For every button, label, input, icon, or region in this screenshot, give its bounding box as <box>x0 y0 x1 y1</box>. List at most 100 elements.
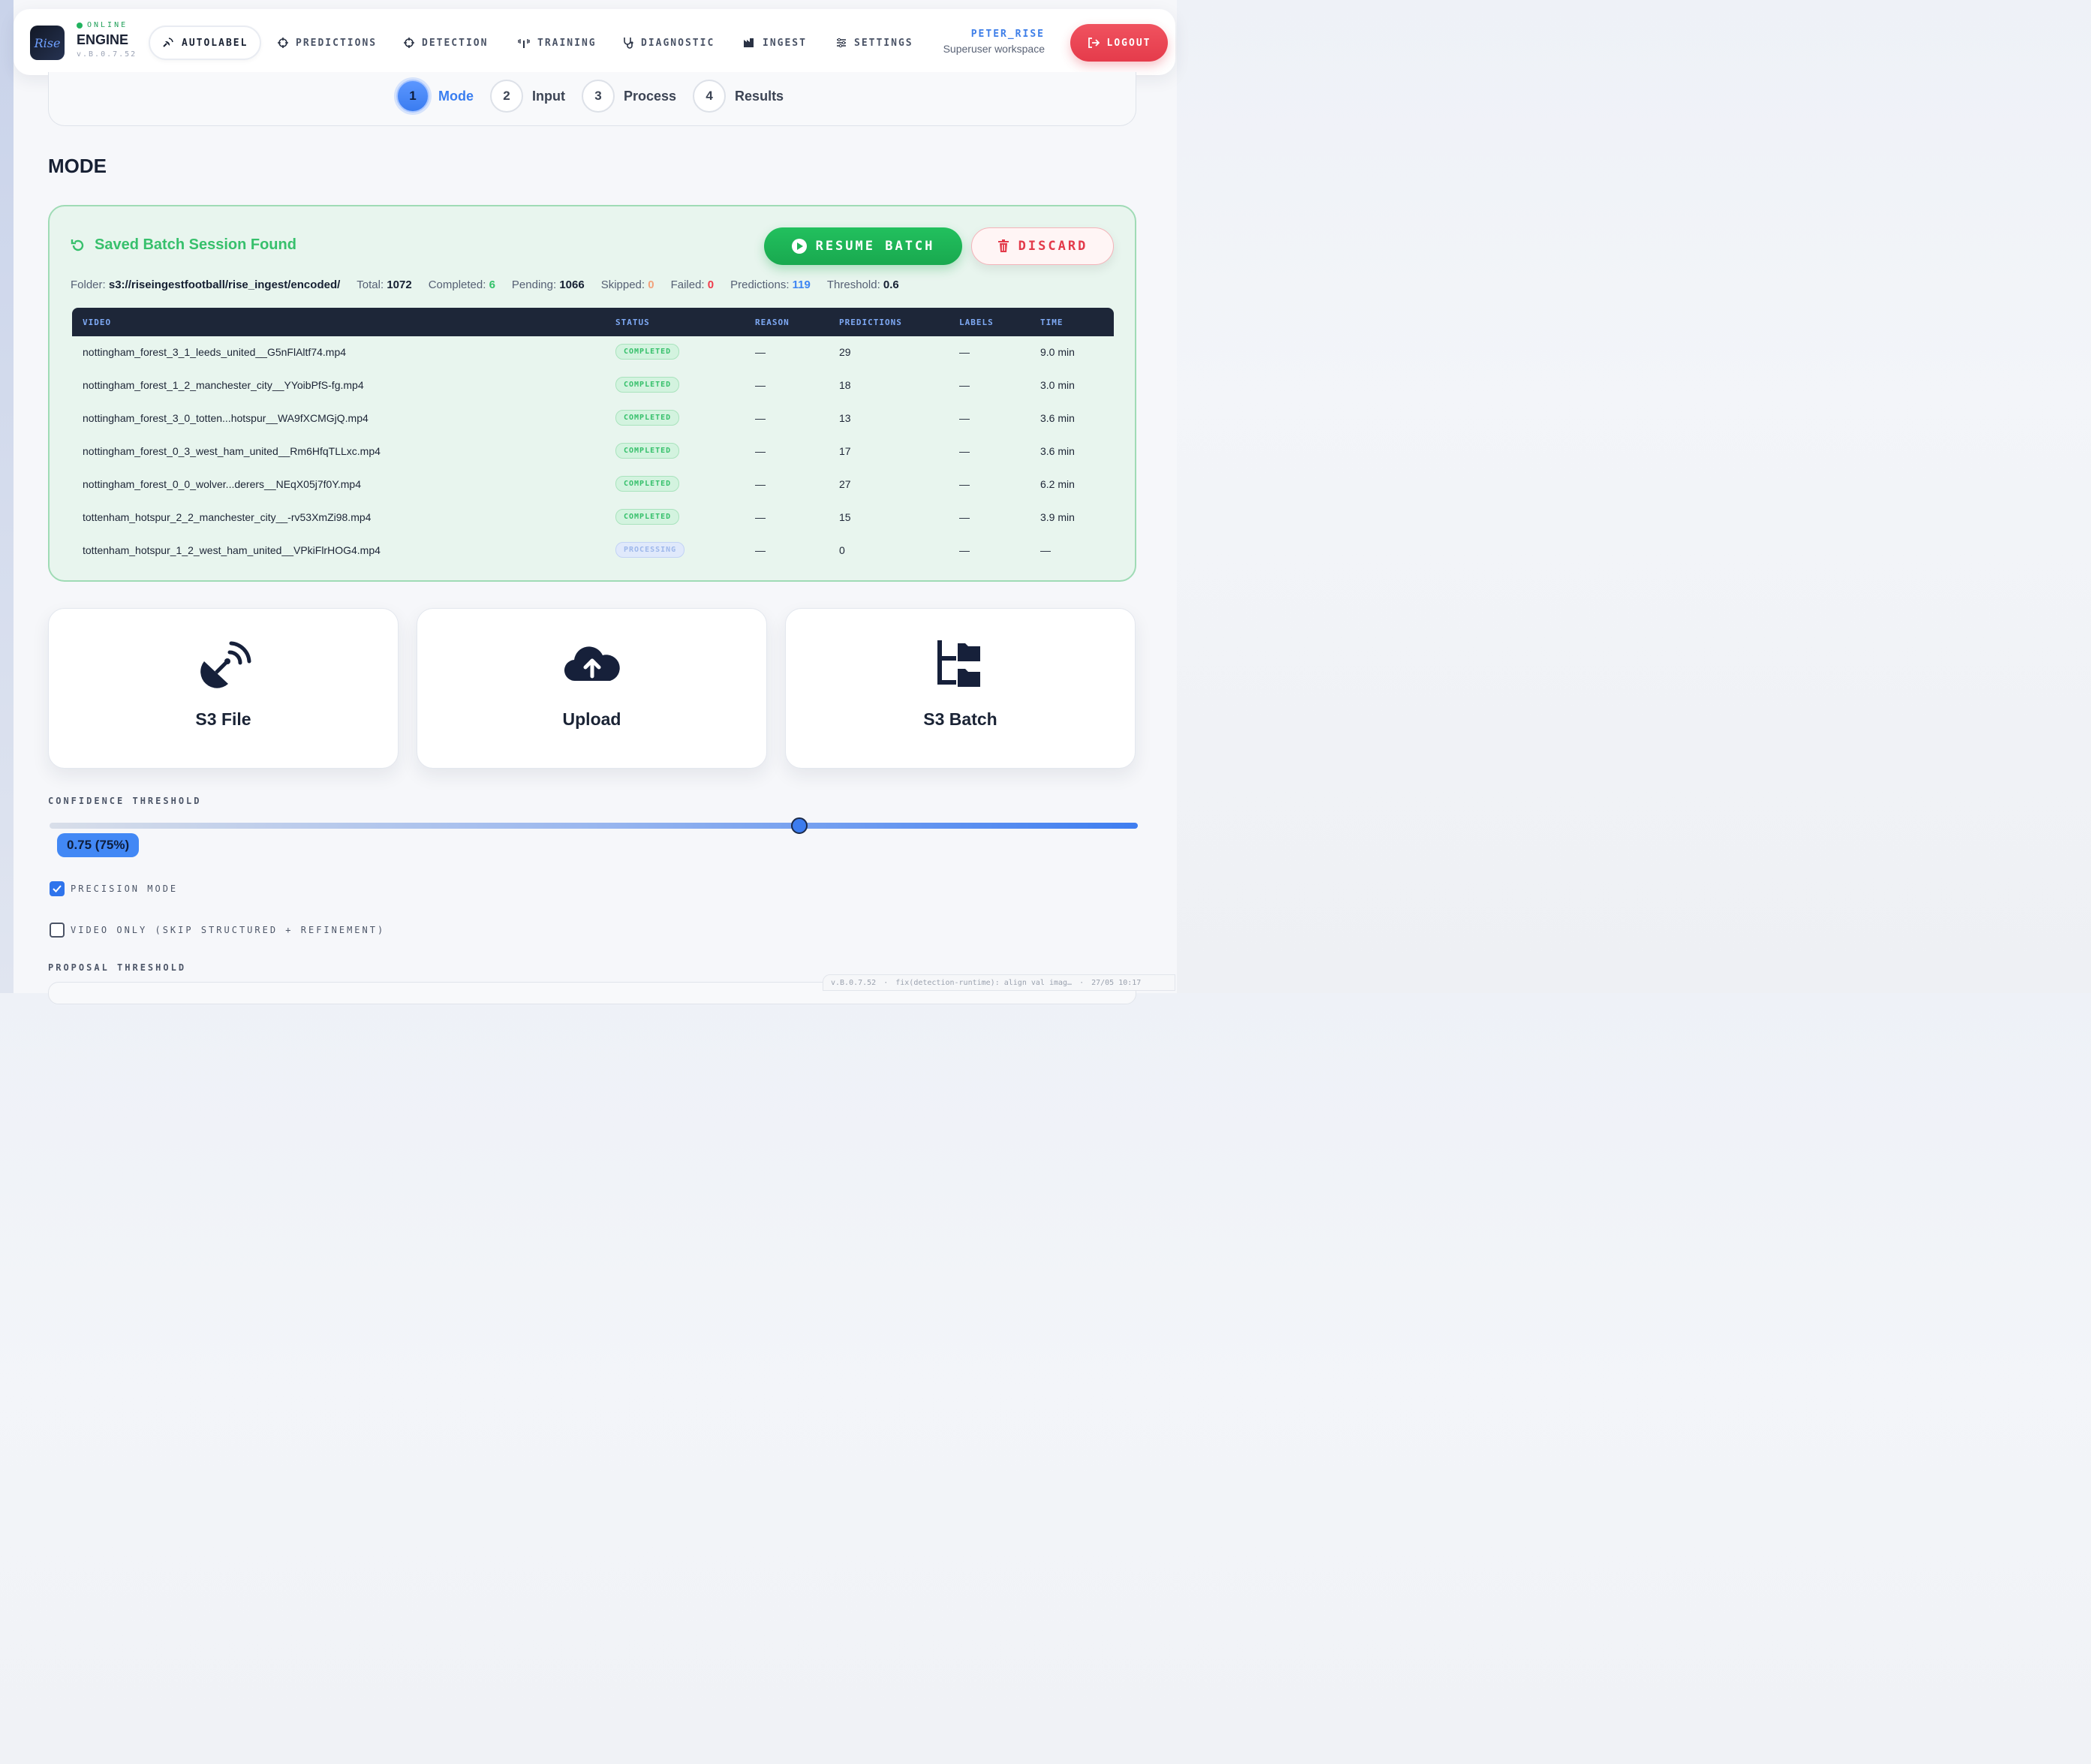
column-header-status[interactable]: STATUS <box>615 318 650 327</box>
cell-time: — <box>1040 544 1051 556</box>
step-results[interactable]: 4 Results <box>693 80 784 113</box>
column-header-reason[interactable]: REASON <box>755 318 790 327</box>
satellite-dish-icon <box>200 641 251 688</box>
nav-label: DIAGNOSTIC <box>641 37 715 49</box>
app-logo[interactable]: Rise <box>30 26 65 60</box>
stat-label: Predictions: <box>730 278 790 291</box>
nav-settings[interactable]: SETTINGS <box>836 26 913 60</box>
user-info[interactable]: PETER_RISE Superuser workspace <box>943 29 1045 55</box>
table-row[interactable]: nottingham_forest_0_0_wolver...derers__N… <box>72 468 1114 501</box>
page-title: MODE <box>48 155 107 177</box>
step-number: 2 <box>490 80 523 113</box>
checkmark-icon <box>53 885 62 893</box>
confidence-slider-thumb[interactable] <box>791 817 808 834</box>
cell-reason: — <box>755 412 766 424</box>
step-mode[interactable]: 1 Mode <box>396 80 474 113</box>
cell-video: nottingham_forest_0_3_west_ham_united__R… <box>83 445 381 457</box>
nav-training[interactable]: TRAINING <box>518 26 597 60</box>
precision-mode-checkbox[interactable] <box>50 881 65 896</box>
antenna-icon <box>518 39 530 48</box>
cell-video: nottingham_forest_1_2_manchester_city__Y… <box>83 379 364 391</box>
nav-predictions[interactable]: PREDICTIONS <box>278 26 377 60</box>
logout-button[interactable]: LOGOUT <box>1070 24 1168 62</box>
table-row[interactable]: nottingham_forest_3_0_totten...hotspur__… <box>72 402 1114 435</box>
stat-value: 119 <box>792 278 811 291</box>
column-header-labels[interactable]: LABELS <box>959 318 994 327</box>
cell-time: 3.0 min <box>1040 379 1075 391</box>
cell-predictions: 13 <box>839 412 851 424</box>
status-dot-icon <box>77 22 83 29</box>
table-row[interactable]: nottingham_forest_3_1_leeds_united__G5nF… <box>72 336 1114 369</box>
resume-label: RESUME BATCH <box>815 239 935 254</box>
column-header-time[interactable]: TIME <box>1040 318 1064 327</box>
nav-autolabel[interactable]: AUTOLABEL <box>149 26 262 60</box>
step-label: Results <box>735 88 784 104</box>
cell-time: 3.6 min <box>1040 412 1075 424</box>
stat-label: Skipped: <box>600 278 645 291</box>
table-row[interactable]: nottingham_forest_1_2_manchester_city__Y… <box>72 369 1114 402</box>
discard-button[interactable]: DISCARD <box>971 227 1114 265</box>
stat-failed: Failed: 0 <box>671 278 715 291</box>
restore-icon <box>71 239 84 251</box>
step-label: Process <box>623 88 677 104</box>
cell-reason: — <box>755 544 766 556</box>
step-label: Mode <box>438 88 474 104</box>
mode-card-upload[interactable]: Upload <box>417 608 767 769</box>
footer-version: v.B.0.7.52 <box>831 978 877 987</box>
step-input[interactable]: 2 Input <box>490 80 565 113</box>
step-number: 1 <box>396 80 429 113</box>
confidence-slider-track[interactable] <box>50 823 1138 829</box>
stat-threshold: Threshold: 0.6 <box>827 278 899 291</box>
stat-value: 0.6 <box>883 278 899 291</box>
brand-block: ONLINE ENGINE v.B.0.7.52 <box>77 21 137 59</box>
cell-time: 9.0 min <box>1040 346 1075 358</box>
table-row[interactable]: tottenham_hotspur_2_2_manchester_city__-… <box>72 501 1114 534</box>
table-row[interactable]: nottingham_forest_0_3_west_ham_united__R… <box>72 435 1114 468</box>
batch-title: Saved Batch Session Found <box>71 236 296 254</box>
column-header-video[interactable]: VIDEO <box>83 318 111 327</box>
cell-video: tottenham_hotspur_1_2_west_ham_united__V… <box>83 544 381 556</box>
step-number: 4 <box>693 80 727 113</box>
stat-value: 6 <box>489 278 495 291</box>
stat-value: s3://riseingestfootball/rise_ingest/enco… <box>108 278 341 291</box>
cell-reason: — <box>755 346 766 358</box>
cloud-upload-icon <box>564 646 620 682</box>
stat-value: 0 <box>648 278 654 291</box>
cell-reason: — <box>755 379 766 391</box>
nav-label: SETTINGS <box>854 37 913 49</box>
cell-predictions: 15 <box>839 511 851 523</box>
mode-card-s3-file[interactable]: S3 File <box>48 608 399 769</box>
cell-time: 6.2 min <box>1040 478 1075 490</box>
nav-label: INGEST <box>763 37 807 49</box>
precision-mode-option[interactable]: PRECISION MODE <box>50 881 178 896</box>
nav-detection[interactable]: DETECTION <box>404 26 488 60</box>
step-number: 3 <box>581 80 615 113</box>
cell-labels: — <box>959 478 970 490</box>
user-workspace: Superuser workspace <box>943 43 1045 55</box>
nav-ingest[interactable]: INGEST <box>743 26 807 60</box>
video-only-checkbox[interactable] <box>50 923 65 938</box>
precision-mode-label: PRECISION MODE <box>71 884 179 894</box>
cell-predictions: 17 <box>839 445 851 457</box>
resume-batch-button[interactable]: RESUME BATCH <box>764 227 962 265</box>
mode-card-label: Upload <box>562 709 621 729</box>
column-header-predictions[interactable]: PREDICTIONS <box>839 318 902 327</box>
table-row[interactable]: tottenham_hotspur_1_2_west_ham_united__V… <box>72 534 1114 567</box>
video-only-option[interactable]: VIDEO ONLY (SKIP STRUCTURED + REFINEMENT… <box>50 923 385 938</box>
user-name: PETER_RISE <box>970 29 1045 40</box>
mode-card-s3-batch[interactable]: S3 Batch <box>785 608 1136 769</box>
saved-batch-card: Saved Batch Session Found RESUME BATCH D… <box>48 205 1136 582</box>
nav-label: DETECTION <box>422 37 489 49</box>
cell-labels: — <box>959 544 970 556</box>
footer-commit: fix(detection-runtime): align val imag… <box>895 978 1073 987</box>
cell-predictions: 29 <box>839 346 851 358</box>
factory-icon <box>744 38 754 47</box>
window-edge <box>0 0 14 993</box>
cell-video: tottenham_hotspur_2_2_manchester_city__-… <box>83 511 372 523</box>
nav-diagnostic[interactable]: DIAGNOSTIC <box>623 26 715 60</box>
footer-separator: · <box>1079 978 1085 987</box>
batch-stats: Folder: s3://riseingestfootball/rise_ing… <box>71 278 899 291</box>
table-header: VIDEO STATUS REASON PREDICTIONS LABELS T… <box>72 308 1114 336</box>
step-process[interactable]: 3 Process <box>581 80 677 113</box>
mode-card-label: S3 File <box>195 709 251 729</box>
